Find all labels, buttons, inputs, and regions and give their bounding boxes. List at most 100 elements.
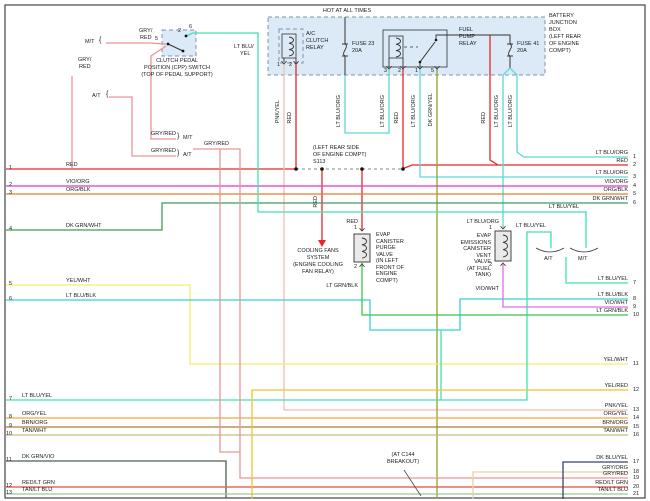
pin-number: 2: [398, 68, 402, 74]
right-pin-wire-label: RED/LT GRN: [595, 480, 628, 486]
left-pin-number: 4: [9, 226, 13, 232]
wire-color-label: RED: [140, 35, 152, 41]
right-pin-wire-label: YEL/RED: [604, 383, 628, 389]
ac-clutch-relay-label: CLUTCH: [306, 38, 329, 44]
right-pin-number: 4: [633, 183, 637, 189]
fuel-pump-relay-label: FUEL: [459, 27, 474, 33]
left-pin-wire-label: RED/LT GRN: [22, 480, 55, 486]
right-pin-number: 11: [633, 361, 639, 367]
pin-number: 3: [384, 68, 388, 74]
transmission-label: M/T: [85, 39, 95, 45]
left-pin-wire-label: ORG/YEL: [22, 411, 47, 417]
wire-color-label: LT BLU/ORG: [380, 95, 386, 128]
right-pin-wire-label: LT BLU/YEL: [597, 276, 628, 282]
right-pin-number: 3: [633, 174, 637, 180]
right-pin-wire-label: BRN/ORG: [602, 420, 628, 426]
left-pin-number: 12: [6, 483, 13, 489]
left-pin-number: 2: [9, 182, 13, 188]
vent-valve-label: EVAP: [476, 233, 491, 239]
wire-color-label: RED: [313, 196, 319, 208]
right-pin-wire-label: DK GRN/WHT: [592, 196, 628, 202]
left-pin-wire-label: BRN/ORG: [22, 420, 48, 426]
wiring-diagram-canvas: HOT AT ALL TIMES BATTERY JUNCTION BOX (LEFT …: [0, 0, 650, 501]
brace-glyph: {: [99, 37, 102, 44]
right-pin-number: 13: [633, 407, 640, 413]
wire-color-label: LT BLU/ORG: [336, 95, 342, 128]
splice-s113-label: OF ENGINE COMPT): [313, 152, 367, 158]
left-pin-wire-label: LT BLU/BLK: [66, 293, 97, 299]
splice-s113-label: (LEFT REAR SIDE: [313, 145, 360, 151]
transmission-label: A/T: [92, 93, 101, 99]
cpp-switch-label: POSITION (CPP) SWITCH: [144, 65, 210, 71]
wire-color-label: RED: [481, 112, 487, 124]
right-pin-number: 17: [633, 459, 640, 465]
pin-number: 1: [277, 62, 281, 68]
brace-glyph: }: [177, 133, 180, 140]
wiring-diagram-labels: HOT AT ALL TIMES BATTERY JUNCTION BOX (LEFT …: [0, 0, 650, 501]
fuse-23-label: FUSE 23: [352, 41, 375, 47]
transmission-label: M/T: [183, 135, 193, 141]
left-pin-number: 13: [6, 490, 13, 496]
wire-color-label: GRY/: [78, 57, 92, 63]
wire-color-label: RED: [287, 112, 293, 124]
hot-at-all-times-label: HOT AT ALL TIMES: [322, 8, 372, 14]
fuel-pump-relay-label: PUMP: [459, 34, 475, 40]
right-pin-wire-label: LT BLU/ORG: [595, 170, 628, 176]
left-pin-number: 7: [9, 396, 13, 402]
left-pin-number: 11: [6, 457, 12, 463]
cooling-fans-label: COOLING FANS: [297, 248, 339, 254]
purge-valve-label: COMPT): [376, 278, 398, 284]
right-pin-wire-label: LT BLU/BLK: [597, 292, 628, 298]
right-pin-number: 12: [633, 387, 640, 393]
cooling-fans-label: (ENGINE COOLING: [293, 262, 343, 268]
left-pin-wire-label: DK GRN/VIO: [22, 454, 55, 460]
battery-box-label: BOX: [549, 27, 561, 33]
left-pin-wire-label: VIO/ORG: [66, 179, 90, 185]
cpp-switch-label: (TOP OF PEDAL SUPPORT): [141, 72, 213, 78]
ac-clutch-relay-label: A/C: [306, 31, 316, 37]
fuse-41-label: FUSE 41: [517, 41, 540, 47]
brace-glyph: }: [177, 150, 180, 157]
wire-color-label: GRY/RED: [204, 141, 229, 147]
pin-number: 1: [354, 225, 358, 231]
pin-number: 6: [189, 24, 193, 30]
wire-color-label: LT BLU/ORG: [494, 95, 500, 128]
right-pin-wire-label: ORG/BLK: [603, 187, 628, 193]
purge-valve-label: (IN LEFT: [376, 258, 399, 264]
left-pin-wire-label: TAN/WHT: [22, 428, 47, 434]
right-pin-wire-label: TAN/LT BLU: [597, 487, 628, 493]
right-pin-number: 10: [633, 312, 640, 318]
right-pin-number: 1: [633, 154, 637, 160]
transmission-label: A/T: [183, 152, 192, 158]
vent-valve-label: TANK): [474, 272, 491, 278]
wire-color-label: DK GRN/YEL: [428, 93, 434, 127]
right-pin-wire-label: YEL/WHT: [603, 357, 628, 363]
wire-color-label: LT BLU/ORG: [466, 219, 499, 225]
cooling-fans-label: SYSTEM: [306, 255, 330, 261]
left-pin-number: 3: [9, 190, 13, 196]
purge-valve-label: ENGINE: [376, 271, 398, 277]
wire-color-label: LT BLU/: [234, 44, 254, 50]
wire-color-label: GRY/: [139, 28, 153, 34]
left-pin-number: 6: [9, 296, 13, 302]
c144-breakout-label: BREAKOUT): [386, 459, 420, 465]
fuse-23-label: 20A: [352, 48, 362, 54]
wire-color-label: LT BLU/YEL: [516, 223, 547, 229]
pin-number: 1: [415, 68, 419, 74]
wire-color-label: LT BLU/YEL: [549, 204, 580, 210]
fuse-41-label: 20A: [517, 48, 527, 54]
wire-color-label: RED: [394, 112, 400, 124]
right-pin-wire-label: RED: [616, 158, 628, 164]
wire-color-label: YEL: [240, 51, 251, 57]
wire-color-label: GRY/RED: [151, 131, 176, 137]
battery-box-label: BATTERY: [549, 13, 574, 19]
cooling-fans-label: FAN RELAY): [302, 269, 334, 275]
right-pin-number: 21: [633, 491, 640, 497]
battery-box-label: JUNCTION: [549, 20, 577, 26]
left-pin-wire-label: YEL/WHT: [66, 278, 91, 284]
right-pin-wire-label: PNK/YEL: [604, 403, 628, 409]
left-pin-number: 5: [9, 281, 13, 287]
right-pin-wire-label: LT BLU/ORG: [595, 150, 628, 156]
left-pin-wire-label: DK GRN/WHT: [66, 223, 102, 229]
left-pin-number: 9: [9, 423, 13, 429]
